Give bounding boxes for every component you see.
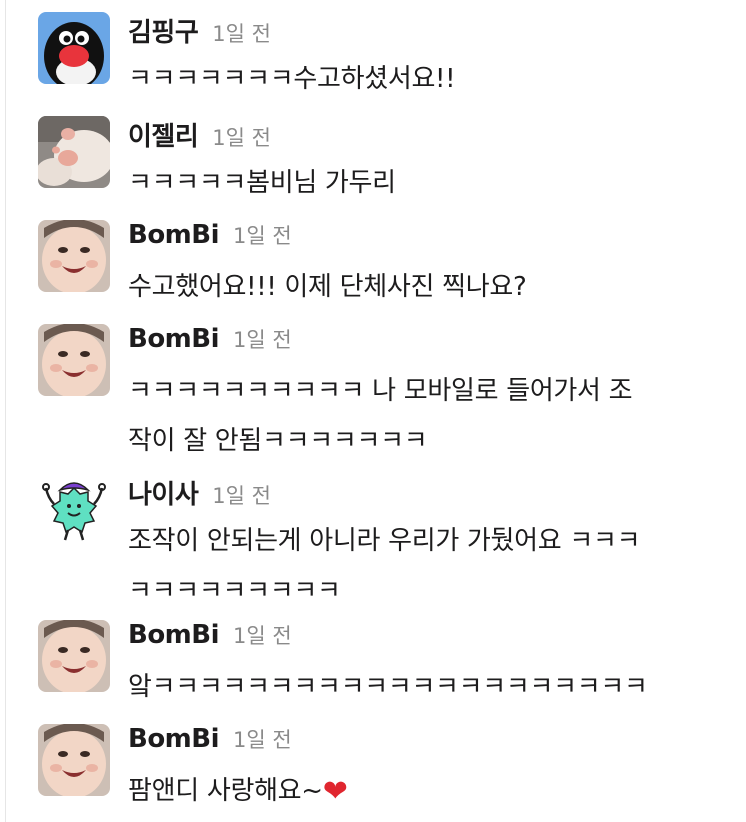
baby-face-avatar[interactable] (38, 324, 110, 396)
message-text: 앜ㅋㅋㅋㅋㅋㅋㅋㅋㅋㅋㅋㅋㅋㅋㅋㅋㅋㅋㅋㅋㅋ (128, 672, 648, 702)
timestamp[interactable]: 1일 전 (233, 724, 292, 754)
message-header: 김핑구 1일 전 (128, 12, 271, 49)
author-name[interactable]: 나이사 (128, 474, 199, 511)
message-text: ㅋㅋㅋㅋㅋㅋㅋㅋㅋㅋ 나 모바일로 들어가서 조 작이 잘 안됨ㅋㅋㅋㅋㅋㅋㅋ (128, 376, 633, 456)
baby-face-avatar[interactable] (38, 620, 110, 692)
message-text: 조작이 안되는게 아니라 우리가 가뒀어요 ㅋㅋㅋ ㅋㅋㅋㅋㅋㅋㅋㅋㅋ (128, 526, 641, 606)
message-header: 나이사 1일 전 (128, 474, 271, 511)
baby-face-avatar[interactable] (38, 220, 110, 292)
message-header: BomBi 1일 전 (128, 220, 292, 254)
timestamp[interactable]: 1일 전 (233, 620, 292, 650)
heart-emoji-icon: ❤ (322, 774, 348, 809)
pingu-avatar[interactable] (38, 12, 110, 84)
timestamp[interactable]: 1일 전 (212, 18, 271, 48)
baby-face-avatar[interactable] (38, 724, 110, 796)
author-name[interactable]: BomBi (128, 220, 220, 250)
author-name[interactable]: 이젤리 (128, 116, 199, 153)
cat-paw-avatar[interactable] (38, 116, 110, 188)
author-name[interactable]: 김핑구 (128, 12, 199, 49)
message-text: 수고했어요!!! 이제 단체사진 찍나요? (128, 272, 527, 302)
message-header: 이젤리 1일 전 (128, 116, 271, 153)
left-divider (5, 0, 6, 822)
author-name[interactable]: BomBi (128, 620, 220, 650)
fuzzy-monster-avatar[interactable] (38, 474, 110, 546)
author-name[interactable]: BomBi (128, 724, 220, 754)
timestamp[interactable]: 1일 전 (212, 480, 271, 510)
timestamp[interactable]: 1일 전 (212, 122, 271, 152)
author-name[interactable]: BomBi (128, 324, 220, 354)
message-text: ㅋㅋㅋㅋㅋ봄비님 가두리 (128, 168, 396, 198)
message-header: BomBi 1일 전 (128, 324, 292, 358)
message-text: ㅋㅋㅋㅋㅋㅋㅋ수고하셨서요!! (128, 64, 456, 94)
message-header: BomBi 1일 전 (128, 620, 292, 654)
timestamp[interactable]: 1일 전 (233, 324, 292, 354)
timestamp[interactable]: 1일 전 (233, 220, 292, 250)
message-text: 팜앤디 사랑해요~❤ (128, 774, 348, 809)
message-header: BomBi 1일 전 (128, 724, 292, 758)
